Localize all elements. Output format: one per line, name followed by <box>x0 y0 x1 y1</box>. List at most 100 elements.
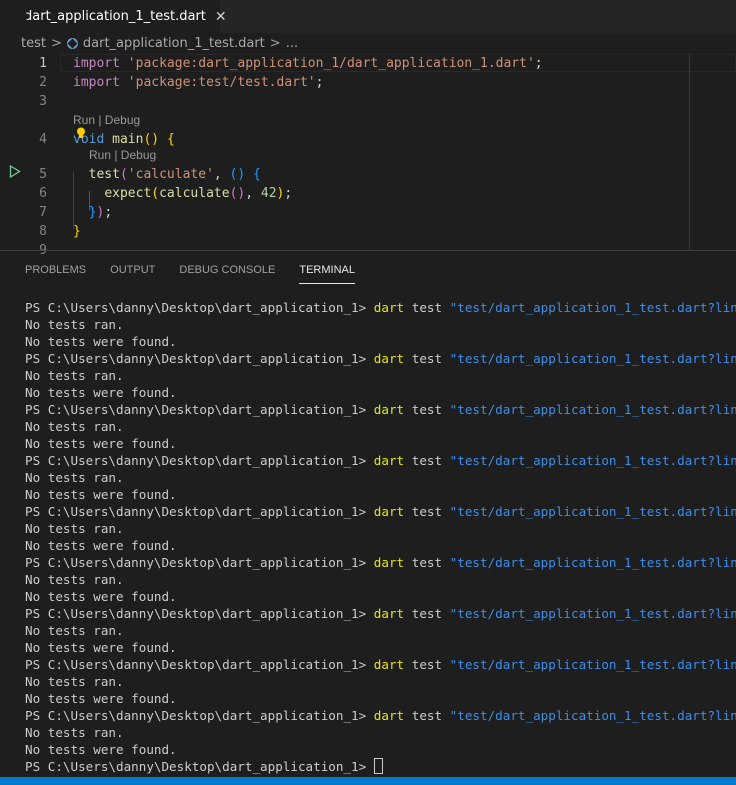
chevron-right-icon: > <box>50 36 62 51</box>
code-lens-run-debug[interactable]: Run | Debug <box>89 147 156 163</box>
line-number: 8 <box>39 224 47 239</box>
code-line[interactable]: 2 import 'package:test/test.dart'; <box>0 73 736 92</box>
breadcrumb-more[interactable]: ... <box>286 36 298 51</box>
code-line[interactable]: 1 import 'package:dart_application_1/dart… <box>0 54 736 73</box>
terminal-command: dart <box>373 708 405 723</box>
code-token: { <box>253 167 261 182</box>
code-editor[interactable]: 1 import 'package:dart_application_1/dart… <box>0 54 736 258</box>
terminal-subcommand: test <box>411 708 443 723</box>
chevron-right-icon: > <box>269 36 281 51</box>
code-lens-run-debug[interactable]: Run | Debug <box>73 112 140 128</box>
code-token: , <box>245 186 261 201</box>
terminal-subcommand: test <box>411 351 443 366</box>
terminal-command-line: PS C:\Users\danny\Desktop\dart_applicati… <box>25 350 736 367</box>
terminal-output-line: No tests were found. <box>25 487 177 502</box>
terminal-output-line: No tests were found. <box>25 640 177 655</box>
terminal-command: dart <box>373 402 405 417</box>
terminal-prompt: PS C:\Users\danny\Desktop\dart_applicati… <box>25 657 367 672</box>
code-token: import <box>73 56 120 71</box>
terminal-prompt: PS C:\Users\danny\Desktop\dart_applicati… <box>25 300 367 315</box>
code-line[interactable]: 7 }); <box>0 203 736 222</box>
code-line[interactable]: 6 expect(calculate(), 42); <box>0 184 736 203</box>
terminal-output-line: No tests ran. <box>25 725 124 740</box>
terminal-subcommand: test <box>411 504 443 519</box>
breadcrumb-file[interactable]: dart_application_1_test.dart <box>83 36 265 51</box>
terminal-cursor <box>373 758 383 774</box>
terminal-output-line: No tests ran. <box>25 419 124 434</box>
code-token: calculate <box>159 186 230 201</box>
breadcrumb-folder[interactable]: test <box>21 36 46 51</box>
line-number: 1 <box>39 56 47 71</box>
code-line[interactable]: 8} <box>0 222 736 241</box>
code-token: expect <box>104 186 152 201</box>
code-token: ; <box>315 75 324 90</box>
terminal-output-line: No tests were found. <box>25 691 177 706</box>
terminal-command: dart <box>373 657 405 672</box>
terminal-prompt: PS C:\Users\danny\Desktop\dart_applicati… <box>25 402 367 417</box>
line-number: 4 <box>39 132 47 147</box>
terminal-output-line: No tests ran. <box>25 572 124 587</box>
line-number: 6 <box>39 186 47 201</box>
code-token: main <box>112 132 144 147</box>
panel-tab-terminal[interactable]: TERMINAL <box>299 263 355 284</box>
code-token: 'package:dart_application_1/dart_applica… <box>127 56 535 71</box>
terminal-command-line: PS C:\Users\danny\Desktop\dart_applicati… <box>25 401 736 418</box>
terminal-command: dart <box>373 453 405 468</box>
dart-file-icon <box>66 38 78 49</box>
terminal-command-line: PS C:\Users\danny\Desktop\dart_applicati… <box>25 503 736 520</box>
lightbulb-icon[interactable] <box>76 127 86 139</box>
terminal-output-line: No tests ran. <box>25 623 124 638</box>
code-text: } <box>73 222 81 241</box>
terminal-prompt: PS C:\Users\danny\Desktop\dart_applicati… <box>25 504 367 519</box>
terminal-output-line: No tests ran. <box>25 470 124 485</box>
code-token: , <box>213 167 230 182</box>
terminal-output-line: No tests ran. <box>25 368 124 383</box>
run-test-icon[interactable] <box>9 165 21 178</box>
code-token: ; <box>104 205 113 220</box>
terminal-prompt: PS C:\Users\danny\Desktop\dart_applicati… <box>25 708 367 723</box>
terminal-argument: "test/dart_application_1_test.dart?line=… <box>449 402 736 417</box>
terminal-output-line: No tests ran. <box>25 317 124 332</box>
editor-tab[interactable]: dart_application_1_test.dart ✕ <box>0 0 227 33</box>
code-token: import <box>73 75 120 90</box>
terminal-subcommand: test <box>411 300 443 315</box>
code-token: { <box>166 132 175 147</box>
panel-tab-output[interactable]: OUTPUT <box>110 263 155 283</box>
terminal-output-line: No tests ran. <box>25 521 124 536</box>
editor-ruler <box>689 54 690 250</box>
terminal-command-line: PS C:\Users\danny\Desktop\dart_applicati… <box>25 299 736 316</box>
terminal-prompt-line[interactable]: PS C:\Users\danny\Desktop\dart_applicati… <box>25 758 736 775</box>
code-line[interactable]: 5 test('calculate', () { <box>0 165 736 184</box>
code-token: } <box>73 224 81 239</box>
terminal-output-line: No tests were found. <box>25 538 177 553</box>
terminal-output-line: No tests were found. <box>25 334 177 349</box>
close-icon[interactable]: ✕ <box>215 9 227 25</box>
code-line[interactable]: 3 <box>0 92 736 111</box>
terminal-argument: "test/dart_application_1_test.dart?line=… <box>449 351 736 366</box>
status-bar <box>0 777 736 785</box>
terminal-prompt: PS C:\Users\danny\Desktop\dart_applicati… <box>25 555 367 570</box>
line-number: 3 <box>39 94 47 109</box>
terminal-command: dart <box>373 300 405 315</box>
code-token: ( <box>119 167 128 182</box>
code-token: 42 <box>260 186 277 201</box>
terminal-argument: "test/dart_application_1_test.dart?line=… <box>449 504 736 519</box>
line-number: 5 <box>39 167 47 182</box>
terminal-subcommand: test <box>411 402 443 417</box>
panel-tab-problems[interactable]: PROBLEMS <box>25 263 86 283</box>
panel-tab-debug-console[interactable]: DEBUG CONSOLE <box>179 263 275 283</box>
code-text: import 'package:test/test.dart'; <box>73 73 323 92</box>
terminal-output-line: No tests ran. <box>25 674 124 689</box>
editor-tab-bar: dart_application_1_test.dart ✕ <box>0 0 736 33</box>
line-number: 2 <box>39 75 47 90</box>
panel-tabs: PROBLEMS OUTPUT DEBUG CONSOLE TERMINAL <box>25 263 379 284</box>
terminal-output[interactable]: PS C:\Users\danny\Desktop\dart_applicati… <box>25 299 736 775</box>
terminal-argument: "test/dart_application_1_test.dart?line=… <box>449 555 736 570</box>
code-token: () <box>143 132 160 147</box>
terminal-output-line: No tests were found. <box>25 385 177 400</box>
